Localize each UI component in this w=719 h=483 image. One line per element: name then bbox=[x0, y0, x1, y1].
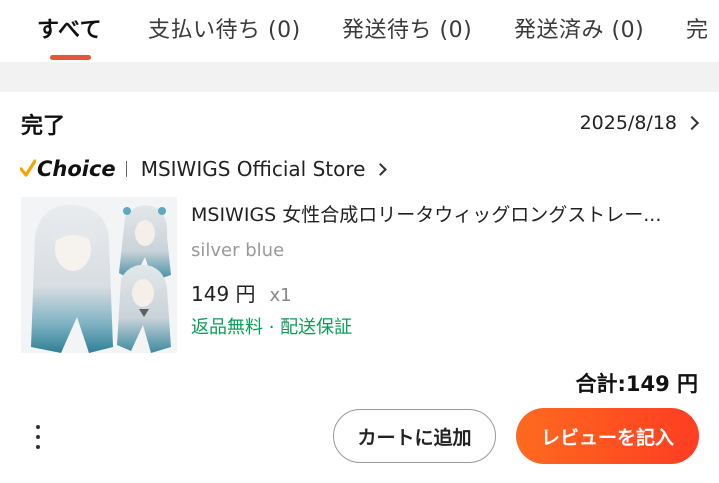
order-status: 完了 bbox=[21, 114, 66, 139]
chevron-right-icon bbox=[684, 115, 700, 131]
order-date: 2025/8/18 bbox=[579, 112, 677, 134]
tab-all[interactable]: すべて bbox=[37, 12, 102, 44]
add-to-cart-button[interactable]: カートに追加 bbox=[333, 409, 496, 463]
more-vertical-icon[interactable] bbox=[22, 417, 54, 457]
wig-product-image bbox=[21, 197, 177, 353]
more-dot bbox=[36, 425, 40, 429]
store-name: MSIWIGS Official Store bbox=[140, 157, 366, 181]
order-total: 合計:149 円 bbox=[575, 372, 698, 396]
more-dot bbox=[36, 445, 40, 449]
tab-completed[interactable]: 完 bbox=[686, 12, 709, 44]
product-thumbnail[interactable] bbox=[21, 197, 177, 353]
more-dot bbox=[36, 435, 40, 439]
product-price: 149 円 bbox=[191, 282, 256, 306]
store-link[interactable]: Choice MSIWIGS Official Store bbox=[20, 154, 388, 184]
choice-badge-label: Choice bbox=[37, 157, 116, 181]
tab-awaiting-shipment[interactable]: 発送待ち (0) bbox=[342, 12, 472, 44]
section-divider bbox=[0, 62, 719, 92]
tab-shipped[interactable]: 発送済み (0) bbox=[514, 12, 644, 44]
product-variant: silver blue bbox=[191, 240, 285, 261]
write-review-button[interactable]: レビューを記入 bbox=[516, 408, 699, 464]
price-row: 149 円 x1 bbox=[191, 278, 292, 307]
product-title[interactable]: MSIWIGS 女性合成ロリータウィッグロングストレー... bbox=[191, 200, 691, 227]
service-guarantees: 返品無料 · 配送保証 bbox=[191, 317, 353, 338]
store-separator bbox=[125, 161, 127, 177]
choice-badge: Choice bbox=[20, 157, 116, 181]
product-quantity: x1 bbox=[269, 285, 292, 306]
active-tab-indicator bbox=[50, 55, 91, 60]
choice-check-icon bbox=[20, 159, 36, 177]
order-status-tabs: すべて 支払い待ち (0) 発送待ち (0) 発送済み (0) 完 bbox=[0, 0, 719, 62]
order-date-link[interactable]: 2025/8/18 bbox=[579, 112, 700, 134]
tab-awaiting-payment[interactable]: 支払い待ち (0) bbox=[148, 12, 301, 44]
chevron-right-icon bbox=[374, 162, 388, 176]
